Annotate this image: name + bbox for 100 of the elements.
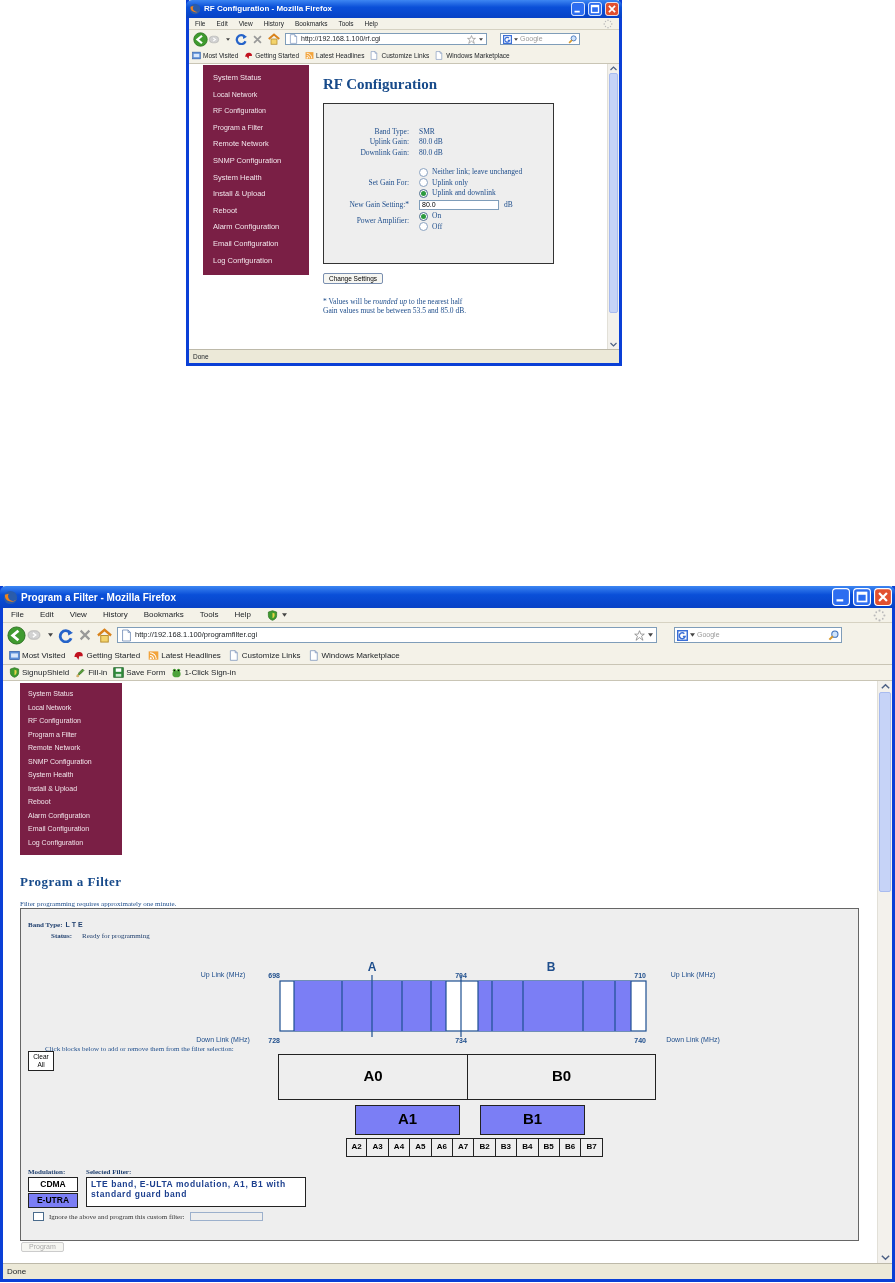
- search-icon[interactable]: [568, 34, 577, 44]
- block-button[interactable]: B2: [474, 1137, 496, 1157]
- radio-button[interactable]: [419, 178, 428, 188]
- caret-icon[interactable]: [226, 37, 230, 41]
- block-button[interactable]: B6: [559, 1137, 582, 1157]
- radio-button[interactable]: [419, 211, 428, 221]
- toolbar-button[interactable]: SignupShield: [22, 666, 70, 679]
- menu-item[interactable]: History: [102, 609, 128, 621]
- throbber-icon: [873, 608, 886, 622]
- home-icon[interactable]: [97, 627, 112, 643]
- maximize-icon[interactable]: [853, 588, 871, 606]
- scroll-up-icon[interactable]: [609, 64, 618, 73]
- block-button[interactable]: B3: [495, 1137, 518, 1157]
- block-button[interactable]: B1: [480, 1104, 585, 1135]
- bookmark-link[interactable]: Windows Marketplace: [321, 649, 400, 662]
- bookmark-star-icon[interactable]: [467, 34, 476, 44]
- frog-icon[interactable]: [171, 667, 183, 678]
- block-letter: B: [546, 959, 556, 974]
- bookmark-link[interactable]: Customize Links: [241, 649, 301, 662]
- menu-item[interactable]: Help: [234, 609, 251, 621]
- page-heading: Program a Filter: [20, 873, 123, 891]
- block-button[interactable]: A5: [410, 1137, 432, 1157]
- block-button[interactable]: A4: [388, 1137, 411, 1157]
- search-engine-icon[interactable]: [503, 34, 512, 44]
- status-text: Done: [7, 1265, 27, 1278]
- bookmark-link[interactable]: Latest Headlines: [161, 649, 221, 662]
- back-icon[interactable]: [193, 31, 208, 47]
- minimize-icon[interactable]: [832, 588, 850, 606]
- bookmark-link[interactable]: Getting Started: [86, 649, 141, 662]
- bookmark-star-icon[interactable]: [634, 629, 645, 641]
- window-title: RF Configuration - Mozilla Firefox: [204, 3, 332, 15]
- shield-icon[interactable]: [9, 667, 20, 678]
- scrollbar-thumb[interactable]: [609, 73, 618, 313]
- reload-icon[interactable]: [235, 33, 247, 45]
- bird-icon[interactable]: [73, 650, 85, 661]
- block-button[interactable]: A6: [431, 1137, 453, 1157]
- throbber-icon: [603, 18, 613, 29]
- block-button[interactable]: A0: [278, 1053, 468, 1100]
- caret-icon[interactable]: [479, 37, 483, 41]
- menu-item[interactable]: View: [69, 609, 87, 621]
- caret-icon[interactable]: [514, 37, 518, 41]
- radio-button[interactable]: [419, 188, 428, 198]
- page-icon: [289, 34, 298, 44]
- block-button[interactable]: B5: [538, 1137, 560, 1157]
- home-icon[interactable]: [268, 33, 280, 45]
- modulation-button[interactable]: CDMA: [28, 1176, 78, 1192]
- block-button[interactable]: A1: [355, 1104, 460, 1135]
- page-icon[interactable]: [228, 650, 240, 661]
- toolbar-button[interactable]: 1-Click Sign-in: [184, 666, 236, 679]
- page-icon[interactable]: [370, 51, 380, 60]
- bookmark-link[interactable]: Most Visited: [22, 649, 66, 662]
- custom-filter-select[interactable]: [189, 1212, 263, 1222]
- menu-item[interactable]: Edit: [39, 609, 54, 621]
- back-icon[interactable]: [7, 625, 26, 645]
- modulation-button[interactable]: E-UTRA: [28, 1192, 78, 1208]
- search-engine-icon[interactable]: [677, 629, 688, 641]
- page-heading: RF Configuration: [323, 75, 439, 94]
- scroll-up-icon[interactable]: [879, 681, 891, 692]
- scroll-down-icon[interactable]: [879, 1252, 891, 1263]
- radio-button[interactable]: [419, 167, 428, 177]
- page-icon[interactable]: [308, 650, 320, 661]
- caret-icon[interactable]: [690, 633, 695, 637]
- radio-button[interactable]: [419, 222, 428, 232]
- toolbar-button[interactable]: Save Form: [126, 666, 166, 679]
- scrollbar-thumb[interactable]: [879, 692, 891, 892]
- block-button[interactable]: B7: [581, 1137, 603, 1157]
- minimize-icon[interactable]: [571, 2, 585, 16]
- block-button[interactable]: A7: [452, 1137, 475, 1157]
- caret-icon[interactable]: [48, 633, 53, 637]
- scrollbar[interactable]: [877, 681, 892, 1263]
- scroll-down-icon[interactable]: [609, 340, 618, 349]
- block-button[interactable]: A3: [367, 1137, 389, 1157]
- menu-item[interactable]: File: [11, 609, 24, 621]
- shield-icon[interactable]: [266, 609, 278, 621]
- window-icon[interactable]: [192, 51, 201, 60]
- close-icon[interactable]: [605, 2, 619, 16]
- scrollbar[interactable]: [607, 64, 619, 349]
- maximize-icon[interactable]: [588, 2, 602, 16]
- menu-item[interactable]: Bookmarks: [143, 609, 184, 621]
- caret-icon[interactable]: [648, 633, 653, 637]
- bird-icon[interactable]: [244, 51, 254, 60]
- page-icon[interactable]: [435, 51, 445, 60]
- window-icon[interactable]: [9, 650, 20, 661]
- rss-feed-icon[interactable]: [148, 650, 160, 661]
- search-icon[interactable]: [828, 629, 839, 641]
- caret-icon[interactable]: [281, 613, 287, 617]
- block-button[interactable]: B0: [468, 1053, 656, 1100]
- menu-item[interactable]: Tools: [199, 609, 219, 621]
- block-button[interactable]: B4: [517, 1137, 539, 1157]
- block-button[interactable]: A2: [346, 1137, 368, 1157]
- close-icon[interactable]: [874, 588, 892, 606]
- toolbar-button[interactable]: Fill-in: [88, 666, 108, 679]
- stop-icon[interactable]: [78, 628, 92, 642]
- block-letter: A: [367, 959, 377, 974]
- stop-icon[interactable]: [252, 33, 263, 45]
- reload-icon[interactable]: [58, 627, 73, 643]
- selected-filter-text: LTE band, E-ULTA modulation, A1, B1 with standard guard band: [86, 1176, 306, 1207]
- page-icon: [121, 628, 132, 642]
- checkbox[interactable]: [33, 1212, 44, 1222]
- window-title: Program a Filter - Mozilla Firefox: [21, 590, 177, 605]
